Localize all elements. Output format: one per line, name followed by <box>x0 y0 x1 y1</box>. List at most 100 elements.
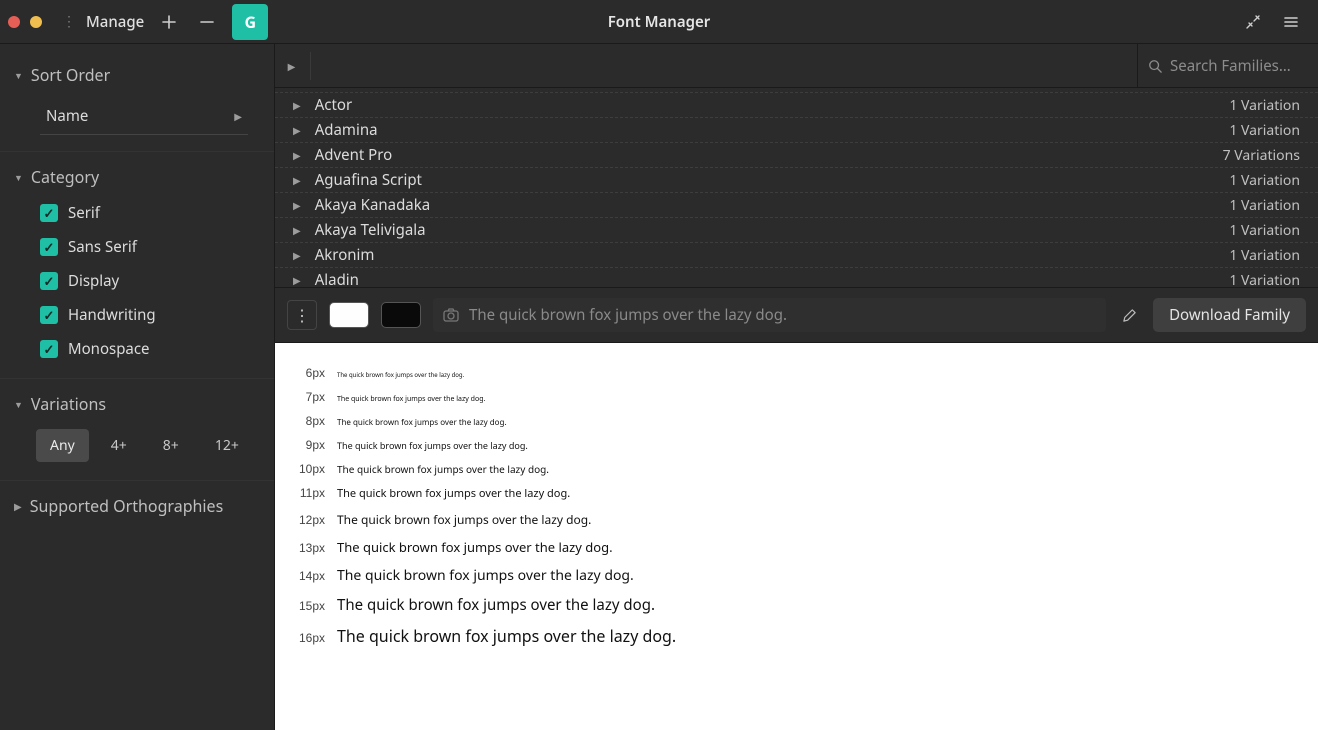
provider-badge[interactable]: G <box>232 4 268 40</box>
font-variation-count: 1 Variation <box>1229 221 1300 240</box>
variation-option[interactable]: 4+ <box>97 429 141 462</box>
font-family-name: Akaya Kanadaka <box>315 195 430 215</box>
font-family-row[interactable]: Akaya Telivigala1 Variation <box>275 218 1318 243</box>
hamburger-menu-button[interactable] <box>1275 6 1307 38</box>
sidebar: Sort Order Name Category ✓Serif✓Sans Ser… <box>0 44 275 730</box>
preview-sample-size: 14px <box>275 569 337 583</box>
sort-order-header[interactable]: Sort Order <box>0 56 274 94</box>
preview-sample-size: 6px <box>275 366 337 380</box>
category-item-label: Monospace <box>68 339 150 359</box>
drag-handle-icon[interactable]: ⋮ <box>62 12 76 31</box>
variations-header[interactable]: Variations <box>0 385 274 423</box>
preview-sample-row: 12pxThe quick brown fox jumps over the l… <box>275 506 1318 533</box>
main-pane: Acme1 VariationActor1 VariationAdamina1 … <box>275 44 1318 730</box>
category-item[interactable]: ✓ Sans Serif <box>0 230 274 264</box>
category-item[interactable]: ✓Display <box>0 264 274 298</box>
section-sort-order: Sort Order Name <box>0 50 274 145</box>
section-category: Category ✓Serif✓Sans Serif✓Display✓Handw… <box>0 151 274 372</box>
font-family-row[interactable]: Advent Pro 7 Variations <box>275 143 1318 168</box>
add-button[interactable] <box>153 6 185 38</box>
sort-field-value: Name <box>46 106 88 126</box>
font-family-row[interactable]: Akaya Kanadaka1 Variation <box>275 193 1318 218</box>
fg-color-swatch[interactable] <box>381 302 421 328</box>
preview-sample-size: 16px <box>275 631 337 645</box>
variation-option[interactable]: 12+ <box>201 429 253 462</box>
preview-sample-text: The quick brown fox jumps over the lazy … <box>337 439 528 452</box>
font-family-row[interactable]: Aguafina Script1 Variation <box>275 168 1318 193</box>
checkbox-icon: ✓ <box>40 238 58 256</box>
mode-manage-button[interactable]: Manage <box>80 8 150 36</box>
sort-order-label: Sort Order <box>31 64 110 86</box>
font-variation-count: 1 Variation <box>1229 96 1300 115</box>
variation-option[interactable]: Any <box>36 429 89 462</box>
breadcrumb-root-button[interactable] <box>283 52 311 80</box>
font-family-row[interactable]: Aladin1 Variation <box>275 268 1318 287</box>
camera-icon <box>443 308 459 322</box>
checkbox-icon: ✓ <box>40 204 58 222</box>
font-family-name: Advent Pro <box>315 145 393 165</box>
preview-menu-button[interactable]: ⋮ <box>287 300 317 330</box>
orthographies-label: Supported Orthographies <box>30 495 224 517</box>
category-item[interactable]: ✓ Monospace <box>0 332 274 366</box>
font-variation-count: 7 Variations <box>1223 146 1300 165</box>
preview-toolbar: ⋮ Download Family <box>275 287 1318 343</box>
preview-sample-row: 16pxThe quick brown fox jumps over the l… <box>275 620 1318 652</box>
preview-sample-text: The quick brown fox jumps over the lazy … <box>337 462 549 476</box>
category-item-label: Handwriting <box>68 305 156 325</box>
font-family-row[interactable]: Akronim1 Variation <box>275 243 1318 268</box>
font-family-name: Adamina <box>315 120 378 140</box>
preview-sample-size: 9px <box>275 438 337 452</box>
preview-text-field <box>433 298 1106 332</box>
bg-color-swatch[interactable] <box>329 302 369 328</box>
preview-sample-row: 8pxThe quick brown fox jumps over the la… <box>275 409 1318 433</box>
preview-sample-text: The quick brown fox jumps over the lazy … <box>337 595 655 615</box>
orthographies-header[interactable]: Supported Orthographies <box>0 487 274 525</box>
search-input[interactable] <box>1170 56 1300 76</box>
preview-sample-size: 10px <box>275 462 337 476</box>
edit-preview-button[interactable] <box>1118 304 1141 327</box>
download-family-button[interactable]: Download Family <box>1153 298 1306 332</box>
chevron-right-icon <box>234 109 242 123</box>
preview-sample-text: The quick brown fox jumps over the lazy … <box>337 625 676 647</box>
preview-sample-text: The quick brown fox jumps over the lazy … <box>337 566 634 585</box>
checkbox-icon: ✓ <box>40 340 58 358</box>
category-item[interactable]: ✓Serif <box>0 196 274 230</box>
font-family-name: Aguafina Script <box>315 170 422 190</box>
window-close-button[interactable] <box>8 16 20 28</box>
font-family-row[interactable]: Adamina 1 Variation <box>275 118 1318 143</box>
chevron-right-icon <box>293 198 301 212</box>
titlebar: ⋮ Manage G Font Manager <box>0 0 1318 44</box>
preview-sample-row: 10pxThe quick brown fox jumps over the l… <box>275 457 1318 481</box>
remove-button[interactable] <box>191 6 223 38</box>
window-minimize-button[interactable] <box>30 16 42 28</box>
font-family-row[interactable]: Actor1 Variation <box>275 93 1318 118</box>
plus-icon <box>162 15 176 29</box>
chevron-right-icon <box>14 499 22 513</box>
tools-icon <box>1245 14 1261 30</box>
section-variations: Variations Any4+8+12+ <box>0 378 274 474</box>
preview-sample-text: The quick brown fox jumps over the lazy … <box>337 417 507 428</box>
preview-sample-size: 13px <box>275 541 337 555</box>
font-family-list[interactable]: Acme1 VariationActor1 VariationAdamina1 … <box>275 88 1318 287</box>
category-header[interactable]: Category <box>0 158 274 196</box>
font-variation-count: 1 Variation <box>1229 246 1300 265</box>
tools-button[interactable] <box>1237 6 1269 38</box>
font-family-name: Aladin <box>315 270 359 287</box>
chevron-right-icon <box>293 148 301 162</box>
font-variation-count: 1 Variation <box>1229 88 1300 90</box>
chevron-right-icon <box>293 273 301 287</box>
chevron-down-icon <box>14 68 23 82</box>
preview-sample-text: The quick brown fox jumps over the lazy … <box>337 371 464 379</box>
sort-field-selector[interactable]: Name <box>40 98 248 135</box>
preview-sample-row: 6pxThe quick brown fox jumps over the la… <box>275 361 1318 385</box>
chevron-right-icon <box>293 223 301 237</box>
chevron-right-icon <box>293 248 301 262</box>
variation-option[interactable]: 8+ <box>149 429 193 462</box>
preview-sample-size: 15px <box>275 599 337 613</box>
preview-text-input[interactable] <box>469 305 1096 325</box>
preview-sample-row: 14pxThe quick brown fox jumps over the l… <box>275 561 1318 590</box>
category-item-label: Sans Serif <box>68 237 137 257</box>
preview-sample-size: 8px <box>275 414 337 428</box>
font-variation-count: 1 Variation <box>1229 121 1300 140</box>
category-item[interactable]: ✓Handwriting <box>0 298 274 332</box>
